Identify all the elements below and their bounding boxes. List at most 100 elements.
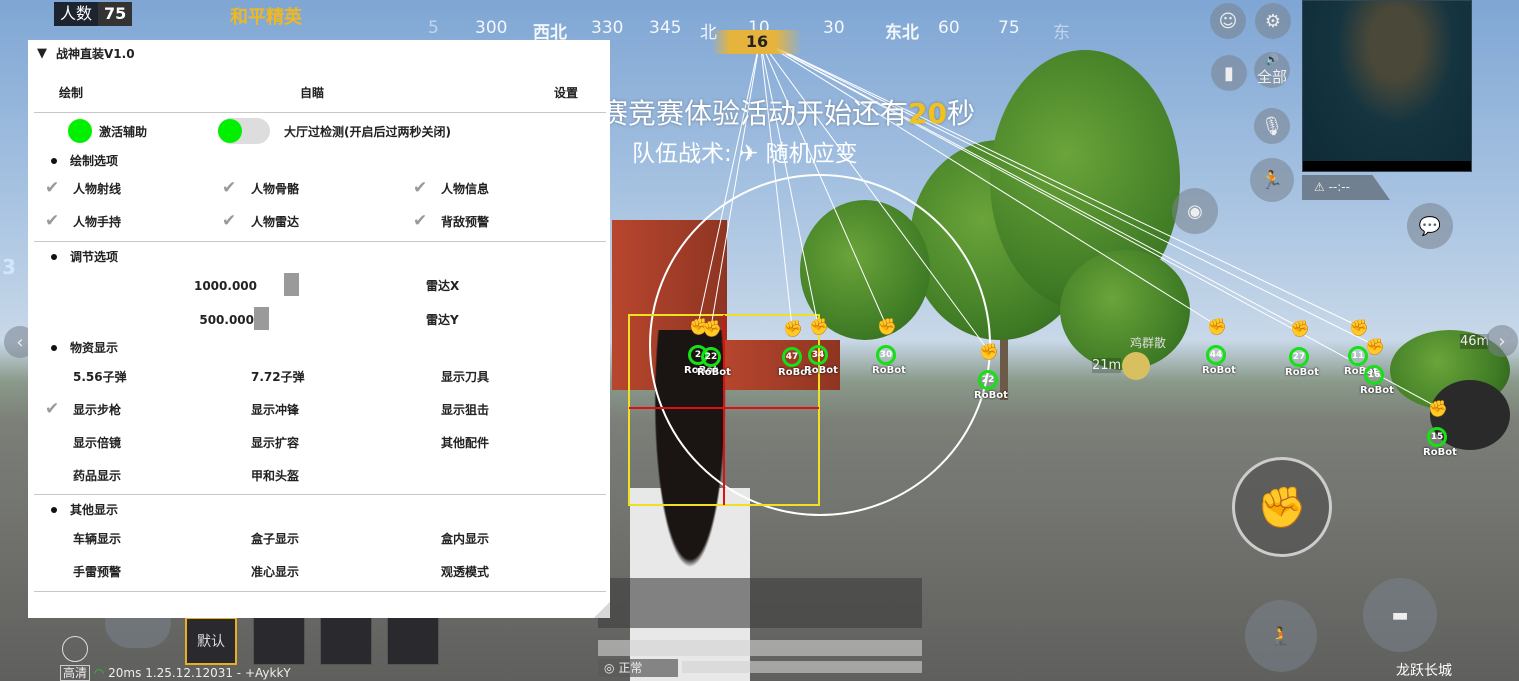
activate-toggle[interactable] (68, 119, 92, 143)
prone-button[interactable]: ▬ (1363, 578, 1437, 652)
weapon-fist-icon: ✊ (877, 317, 897, 336)
collapse-icon[interactable]: ▼ (37, 47, 47, 61)
esp-line (710, 39, 761, 328)
option-items[interactable]: 7.72子弹 (251, 370, 305, 384)
eye-button[interactable]: ◉ (1172, 188, 1218, 234)
radar-y-label: 雷达Y (426, 313, 459, 327)
section-draw-options: 绘制选项 (70, 154, 119, 168)
bullet-icon (51, 158, 57, 164)
next-arrow-button[interactable]: › (1486, 325, 1518, 357)
weapon-fist-icon: ✊ (1207, 317, 1227, 336)
esp-target-label: RoBot (1360, 385, 1394, 396)
crouch-button[interactable]: 🧎 (1245, 600, 1317, 672)
option-draw-options[interactable]: 人物雷达 (251, 215, 299, 229)
ping: 20ms (108, 666, 142, 680)
minimap-progress (1303, 161, 1471, 171)
compass-label: 东北 (885, 23, 919, 43)
voice-button[interactable]: 🔊 全部 (1254, 52, 1290, 88)
quick-slot[interactable] (320, 617, 372, 665)
option-others[interactable]: 盒子显示 (251, 532, 299, 546)
checkmark-icon[interactable]: ✔ (222, 180, 240, 197)
option-items[interactable]: 5.56子弹 (73, 370, 127, 384)
mic-button[interactable]: 🎙 (1254, 108, 1290, 144)
countdown: 20 (908, 97, 947, 130)
option-draw-options[interactable]: 人物射线 (73, 182, 121, 196)
status-text: 正常 (618, 661, 643, 675)
tab-draw[interactable]: 绘制 (59, 86, 83, 100)
mod-menu-panel: ▼ 战神直装V1.0 绘制 自瞄 设置 激活辅助 大厅过检测(开启后过两秒关闭)… (28, 40, 610, 618)
weapon-fist-icon: ✊ (702, 319, 722, 338)
bullet-icon (51, 345, 57, 351)
option-items[interactable]: 显示倍镜 (73, 436, 121, 450)
announcement-suffix: 秒 (946, 97, 975, 130)
option-others[interactable]: 手雷预警 (73, 565, 121, 579)
chevron-right-icon: › (1498, 330, 1506, 352)
divider (34, 112, 606, 113)
weapon-fist-icon: ✊ (979, 342, 999, 361)
option-items[interactable]: 甲和头盔 (251, 469, 299, 483)
clock-icon (62, 636, 88, 662)
checkmark-icon[interactable]: ✔ (45, 401, 63, 418)
lobby-bypass-switch[interactable] (218, 118, 270, 144)
minimap[interactable] (1302, 0, 1472, 172)
warning-icon: ⚠ (1314, 180, 1325, 194)
option-items[interactable]: 显示扩容 (251, 436, 299, 450)
esp-target-distance: 34 (808, 345, 828, 365)
quick-slot[interactable]: 默认 (185, 617, 237, 665)
weapon-slot-panel[interactable] (598, 578, 922, 628)
checkmark-icon[interactable]: ✔ (222, 213, 240, 230)
settings-button[interactable]: ⚙ (1255, 3, 1291, 39)
compass-label: 75 (998, 18, 1020, 38)
bullet-icon (51, 507, 57, 513)
tactic-label: 队伍战术: (632, 141, 732, 167)
eye-icon: ◉ (1187, 200, 1203, 222)
tab-settings[interactable]: 设置 (554, 86, 578, 100)
player-count-label: 人数 (60, 4, 93, 23)
option-others[interactable]: 车辆显示 (73, 532, 121, 546)
esp-target-distance: 30 (876, 345, 896, 365)
quick-slot[interactable] (253, 617, 305, 665)
option-items[interactable]: 显示冲锋 (251, 403, 299, 417)
lobby-bypass-label: 大厅过检测(开启后过两秒关闭) (284, 125, 451, 139)
option-draw-options[interactable]: 背敌预警 (441, 215, 489, 229)
chat-button[interactable]: 💬 (1407, 203, 1453, 249)
weapon-fist-icon: ✊ (1365, 337, 1385, 356)
section-items-display: 物资显示 (70, 341, 119, 355)
esp-target-distance: 44 (1206, 345, 1226, 365)
radar-x-value: 1000.000 (193, 279, 257, 293)
checkmark-icon[interactable]: ✔ (45, 213, 63, 230)
option-draw-options[interactable]: 人物信息 (441, 182, 489, 196)
fire-button[interactable]: ✊ (1232, 457, 1332, 557)
esp-target-label: RoBot (697, 367, 731, 378)
radar-y-slider[interactable] (254, 307, 269, 330)
checkmark-icon[interactable]: ✔ (413, 213, 431, 230)
option-items[interactable]: 显示刀具 (441, 370, 489, 384)
health-bar (598, 640, 922, 656)
left-edge-number: 3 (2, 255, 16, 279)
option-items[interactable]: 药品显示 (73, 469, 121, 483)
option-others[interactable]: 准心显示 (251, 565, 299, 579)
spray-button[interactable]: ▮ (1211, 55, 1247, 91)
checkmark-icon[interactable]: ✔ (45, 180, 63, 197)
resize-handle[interactable] (594, 602, 610, 618)
option-others[interactable]: 盒内显示 (441, 532, 489, 546)
emote-button[interactable]: ☺ (1210, 3, 1246, 39)
checkmark-icon[interactable]: ✔ (413, 180, 431, 197)
radar-x-slider[interactable] (284, 273, 299, 296)
bullet-icon (51, 254, 57, 260)
option-others[interactable]: 观透模式 (441, 565, 489, 579)
option-items[interactable]: 其他配件 (441, 436, 489, 450)
option-draw-options[interactable]: 人物手持 (73, 215, 121, 229)
crouch-icon: 🧎 (1269, 625, 1293, 647)
activate-label: 激活辅助 (99, 125, 148, 139)
heading-badge: 16 (712, 30, 802, 54)
spray-icon: ▮ (1224, 62, 1234, 84)
option-items[interactable]: 显示狙击 (441, 403, 489, 417)
esp-target-distance: 22 (978, 370, 998, 390)
sprint-button[interactable]: 🏃 (1250, 158, 1294, 202)
option-draw-options[interactable]: 人物骨骼 (251, 182, 299, 196)
quick-slot[interactable] (387, 617, 439, 665)
teammate-marker (1122, 352, 1150, 380)
tab-aimbot[interactable]: 自瞄 (300, 86, 324, 100)
option-items[interactable]: 显示步枪 (73, 403, 121, 417)
